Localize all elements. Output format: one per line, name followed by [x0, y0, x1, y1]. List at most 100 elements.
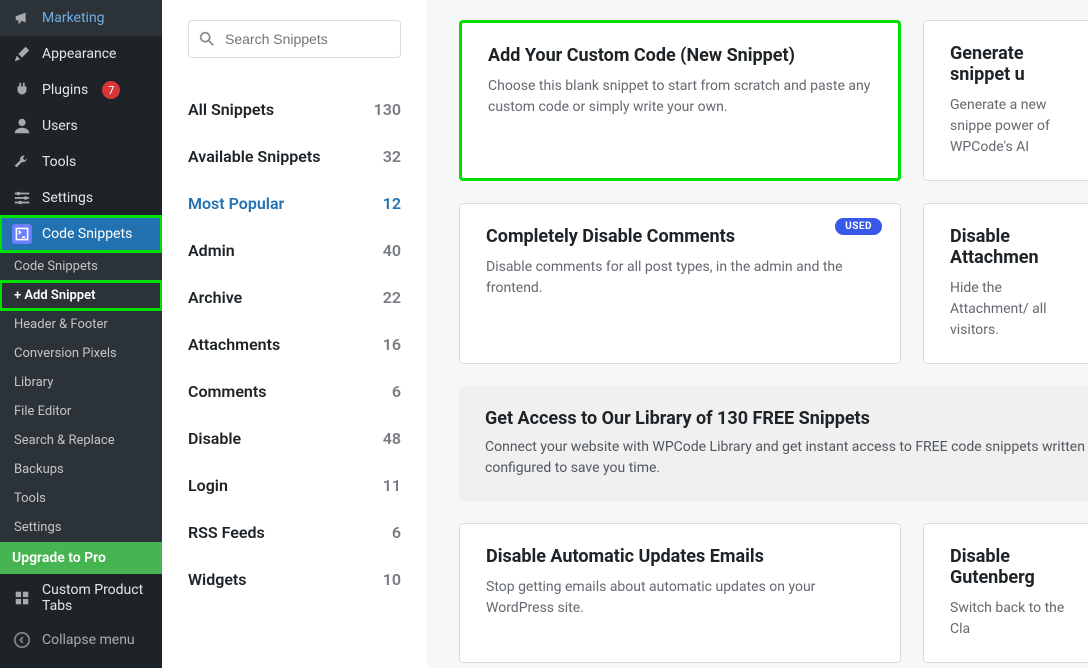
sub-item-add-snippet[interactable]: + Add Snippet [0, 281, 162, 310]
sub-item-settings[interactable]: Settings [0, 513, 162, 542]
cat-most-popular[interactable]: Most Popular 12 [188, 180, 401, 227]
sub-item-tools[interactable]: Tools [0, 484, 162, 513]
cat-count: 22 [383, 288, 401, 307]
cat-label: Widgets [188, 570, 247, 589]
cat-count: 130 [374, 100, 401, 119]
cat-label: Comments [188, 382, 266, 401]
banner-desc: Connect your website with WPCode Library… [485, 437, 1088, 479]
cat-label: Admin [188, 241, 235, 260]
sidebar-item-label: Settings [42, 190, 93, 206]
search-wrapper [188, 20, 401, 58]
used-badge: USED [835, 218, 882, 235]
card-disable-comments[interactable]: USED Completely Disable Comments Disable… [459, 203, 901, 364]
sub-item-conversion-pixels[interactable]: Conversion Pixels [0, 339, 162, 368]
card-desc: Disable comments for all post types, in … [486, 257, 874, 299]
cat-label: Most Popular [188, 194, 284, 213]
card-title: Disable Automatic Updates Emails [486, 546, 874, 567]
plug-icon [12, 80, 32, 100]
card-add-custom-code[interactable]: Add Your Custom Code (New Snippet) Choos… [459, 20, 901, 181]
collapse-menu[interactable]: Collapse menu [0, 622, 162, 658]
main-content: All Snippets 130 Available Snippets 32 Mos… [162, 0, 1088, 668]
card-desc: Generate a new snippe power of WPCode's … [950, 95, 1076, 158]
sidebar-item-plugins[interactable]: Plugins 7 [0, 72, 162, 108]
sub-item-search-replace[interactable]: Search & Replace [0, 426, 162, 455]
cards-column: Add Your Custom Code (New Snippet) Choos… [427, 0, 1088, 668]
card-title: Disable Gutenberg [950, 546, 1076, 588]
card-generate-snippet[interactable]: Generate snippet u Generate a new snippe… [923, 20, 1088, 181]
cat-count: 6 [392, 523, 401, 542]
search-input[interactable] [188, 20, 401, 58]
cat-label: Login [188, 476, 228, 495]
sidebar-item-tools[interactable]: Tools [0, 144, 162, 180]
cat-count: 12 [383, 194, 401, 213]
sidebar-item-label: Plugins [42, 82, 88, 98]
cat-label: Archive [188, 288, 242, 307]
banner-title: Get Access to Our Library of 130 FREE Sn… [485, 408, 1088, 429]
plugins-update-badge: 7 [102, 81, 120, 99]
card-title: Add Your Custom Code (New Snippet) [488, 45, 872, 66]
card-title: Disable Attachmen [950, 226, 1076, 268]
cat-disable[interactable]: Disable 48 [188, 415, 401, 462]
cat-label: Disable [188, 429, 241, 448]
library-banner[interactable]: Get Access to Our Library of 130 FREE Sn… [459, 386, 1088, 501]
cat-label: Attachments [188, 335, 280, 354]
sidebar-item-users[interactable]: Users [0, 108, 162, 144]
sub-item-code-snippets[interactable]: Code Snippets [0, 252, 162, 281]
card-disable-gutenberg[interactable]: Disable Gutenberg Switch back to the Cla [923, 523, 1088, 663]
card-title: Generate snippet u [950, 43, 1076, 85]
sidebar-item-settings[interactable]: Settings [0, 180, 162, 216]
sidebar-item-label: Marketing [42, 10, 105, 26]
cat-count: 6 [392, 382, 401, 401]
cat-admin[interactable]: Admin 40 [188, 227, 401, 274]
sub-item-backups[interactable]: Backups [0, 455, 162, 484]
megaphone-icon [12, 8, 32, 28]
card-desc: Hide the Attachment/ all visitors. [950, 278, 1076, 341]
sidebar-item-marketing[interactable]: Marketing [0, 0, 162, 36]
cat-archive[interactable]: Archive 22 [188, 274, 401, 321]
sub-item-file-editor[interactable]: File Editor [0, 397, 162, 426]
sidebar-item-label: Appearance [42, 46, 116, 62]
card-disable-attachments[interactable]: Disable Attachmen Hide the Attachment/ a… [923, 203, 1088, 364]
sidebar-item-appearance[interactable]: Appearance [0, 36, 162, 72]
cat-count: 11 [383, 476, 401, 495]
code-snippets-icon [12, 224, 32, 244]
cat-rss-feeds[interactable]: RSS Feeds 6 [188, 509, 401, 556]
cat-label: All Snippets [188, 100, 274, 119]
cat-count: 16 [383, 335, 401, 354]
card-desc: Switch back to the Cla [950, 598, 1076, 640]
card-desc: Choose this blank snippet to start from … [488, 76, 872, 118]
cat-count: 40 [383, 241, 401, 260]
cat-count: 32 [383, 147, 401, 166]
cat-attachments[interactable]: Attachments 16 [188, 321, 401, 368]
cat-comments[interactable]: Comments 6 [188, 368, 401, 415]
brush-icon [12, 44, 32, 64]
sidebar-item-label: Users [42, 118, 78, 134]
sidebar-item-label: Code Snippets [42, 226, 132, 242]
cat-login[interactable]: Login 11 [188, 462, 401, 509]
cat-widgets[interactable]: Widgets 10 [188, 556, 401, 603]
sidebar-item-code-snippets[interactable]: Code Snippets [0, 216, 162, 252]
card-disable-update-emails[interactable]: Disable Automatic Updates Emails Stop ge… [459, 523, 901, 663]
cat-count: 48 [383, 429, 401, 448]
cat-label: Available Snippets [188, 147, 321, 166]
sub-item-header-footer[interactable]: Header & Footer [0, 310, 162, 339]
cat-count: 10 [383, 570, 401, 589]
search-icon [198, 30, 216, 52]
code-snippets-submenu: Code Snippets + Add Snippet Header & Foo… [0, 252, 162, 542]
wrench-icon [12, 152, 32, 172]
sub-item-library[interactable]: Library [0, 368, 162, 397]
sliders-icon [12, 188, 32, 208]
card-desc: Stop getting emails about automatic upda… [486, 577, 874, 619]
upgrade-to-pro[interactable]: Upgrade to Pro [0, 542, 162, 574]
categories-column: All Snippets 130 Available Snippets 32 Mos… [162, 0, 427, 668]
user-icon [12, 116, 32, 136]
sidebar-item-label: Custom Product Tabs [42, 582, 150, 614]
sidebar-item-label: Tools [42, 154, 76, 170]
collapse-icon [12, 630, 32, 650]
sidebar-item-custom-product-tabs[interactable]: Custom Product Tabs [0, 574, 162, 622]
card-title: Completely Disable Comments [486, 226, 874, 247]
cat-label: RSS Feeds [188, 523, 265, 542]
cat-all-snippets[interactable]: All Snippets 130 [188, 86, 401, 133]
cat-available-snippets[interactable]: Available Snippets 32 [188, 133, 401, 180]
admin-sidebar: Marketing Appearance Plugins 7 Users Too… [0, 0, 162, 668]
